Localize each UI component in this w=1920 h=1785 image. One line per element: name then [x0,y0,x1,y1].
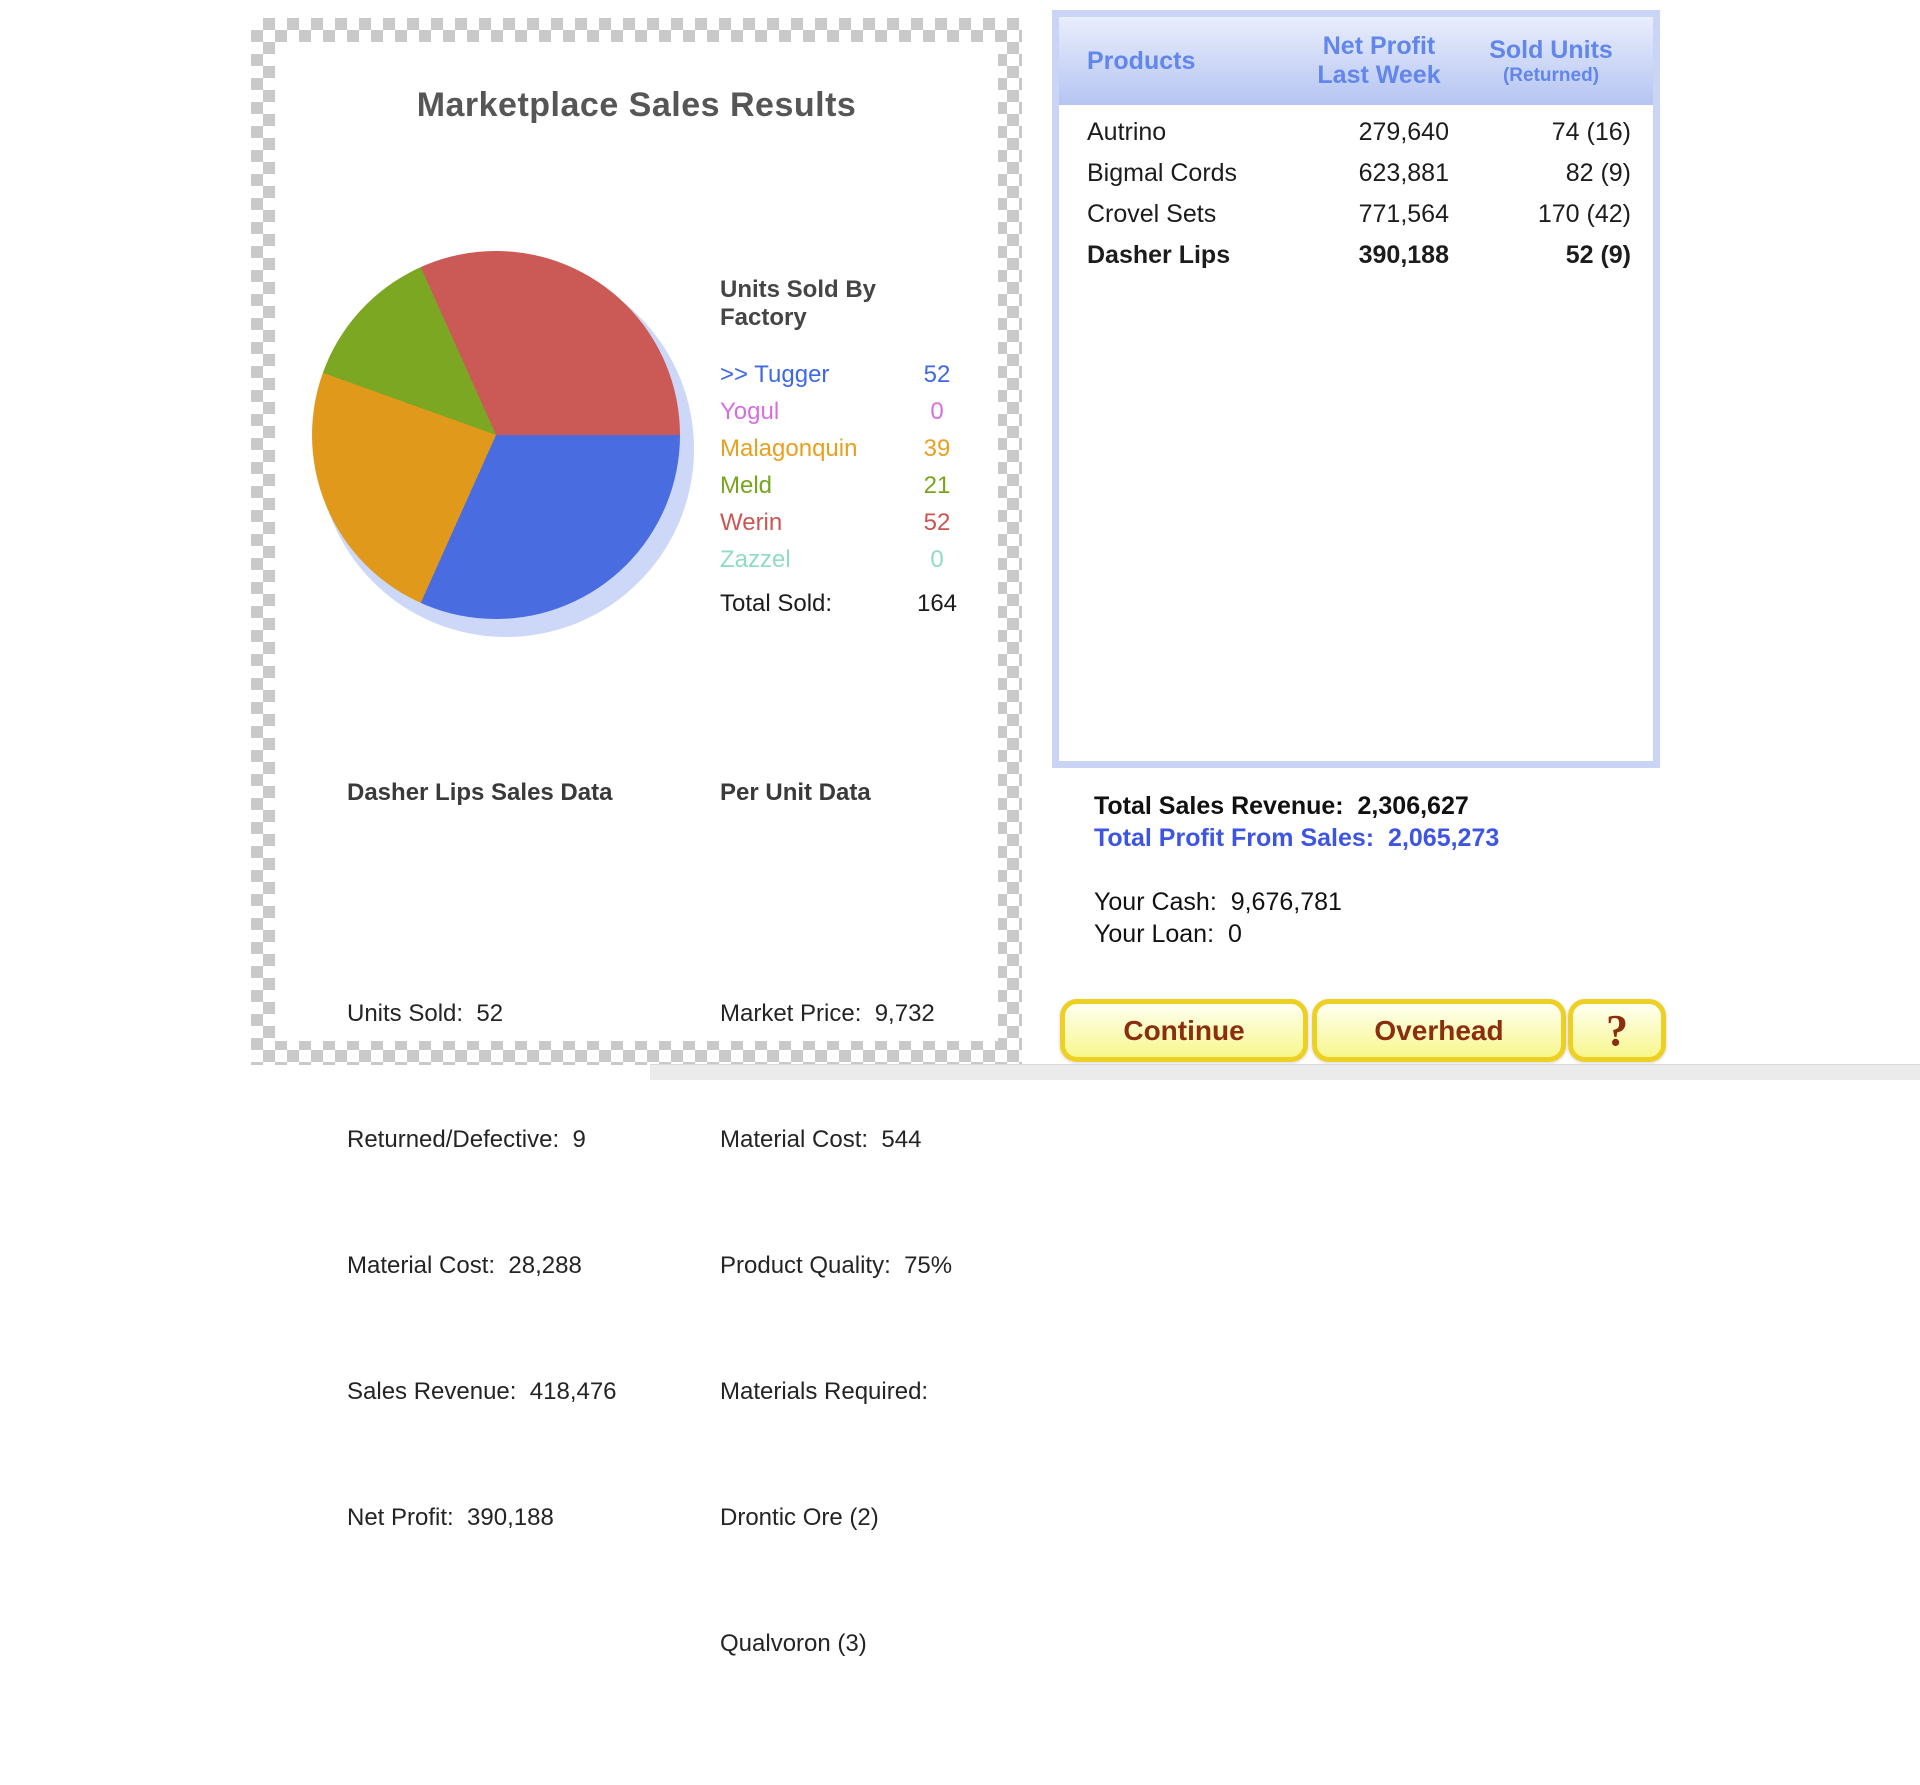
col-header-sold-units-line2: (Returned) [1449,65,1653,87]
cell-product: Bigmal Cords [1059,159,1309,188]
legend-entry-value: 0 [908,398,966,426]
cell-product: Dasher Lips [1059,241,1309,270]
sales-data-line: Units Sold: 52 [347,998,617,1030]
overhead-button[interactable]: Overhead [1312,999,1566,1062]
results-panel: Marketplace Sales Results Units Sold By … [275,42,998,1041]
cell-product: Autrino [1059,118,1309,147]
legend-entry-value: 0 [908,546,966,574]
col-header-net-profit-line2: Last Week [1309,61,1449,90]
your-cash: Your Cash: 9,676,781 [1094,888,1342,917]
legend-entry[interactable]: Yogul 0 [720,393,966,430]
cell-product: Crovel Sets [1059,200,1309,229]
units-sold-legend: Units Sold By Factory >> Tugger 52 Yogul… [720,276,966,622]
legend-entry-label: Malagonquin [720,435,857,463]
cell-sold-units: 82 (9) [1449,159,1653,188]
col-header-products: Products [1059,47,1309,76]
col-header-net-profit: Net Profit Last Week [1309,32,1449,90]
your-loan-label: Your Loan: [1094,920,1214,948]
cell-net-profit: 771,564 [1309,200,1449,229]
cell-net-profit: 623,881 [1309,159,1449,188]
legend-entry-label: Werin [720,509,782,537]
legend-entry[interactable]: >> Tugger 52 [720,356,966,393]
your-cash-value: 9,676,781 [1231,888,1342,916]
per-unit-line: Market Price: 9,732 [720,998,952,1030]
legend-header: Units Sold By Factory [720,276,966,332]
per-unit-line: Product Quality: 75% [720,1250,952,1282]
col-header-sold-units-line1: Sold Units [1449,36,1653,65]
per-unit-line: Qualvoron (3) [720,1628,952,1660]
total-sales-revenue-value: 2,306,627 [1358,792,1469,820]
total-profit-value: 2,065,273 [1388,824,1499,852]
cell-net-profit: 390,188 [1309,241,1449,270]
total-sales-revenue-label: Total Sales Revenue: [1094,792,1344,820]
legend-entry-label: Meld [720,472,772,500]
legend-entry-label: Yogul [720,398,779,426]
per-unit-header: Per Unit Data [720,777,952,809]
your-loan-value: 0 [1228,920,1242,948]
per-unit-line: Drontic Ore (2) [720,1502,952,1534]
per-unit-line: Material Cost: 544 [720,1124,952,1156]
legend-entry-label: Zazzel [720,546,791,574]
results-panel-frame: Marketplace Sales Results Units Sold By … [251,18,1022,1065]
your-cash-label: Your Cash: [1094,888,1217,916]
total-profit-label: Total Profit From Sales: [1094,824,1374,852]
sales-data-line: Sales Revenue: 418,476 [347,1376,617,1408]
table-row[interactable]: Crovel Sets 771,564 170 (42) [1059,194,1653,235]
legend-entry-value: 39 [908,435,966,463]
table-row[interactable]: Bigmal Cords 623,881 82 (9) [1059,153,1653,194]
cell-sold-units: 74 (16) [1449,118,1653,147]
bottom-gray-strip [650,1064,1920,1080]
legend-entry[interactable]: Malagonquin 39 [720,430,966,467]
total-sold-label: Total Sold: [720,590,832,618]
col-header-sold-units: Sold Units (Returned) [1449,36,1653,87]
legend-entry-label: >> Tugger [720,361,829,389]
your-loan: Your Loan: 0 [1094,920,1242,949]
col-header-net-profit-line1: Net Profit [1309,32,1449,61]
help-button[interactable]: ? [1568,999,1666,1062]
pie-chart [312,251,680,619]
sales-data-line: Net Profit: 390,188 [347,1502,617,1534]
cell-sold-units: 170 (42) [1449,200,1653,229]
per-unit-line: Materials Required: [720,1376,952,1408]
sales-data-block: Dasher Lips Sales Data Units Sold: 52 Re… [347,714,617,1659]
cell-net-profit: 279,640 [1309,118,1449,147]
cell-sold-units: 52 (9) [1449,241,1653,270]
sales-data-line: Returned/Defective: 9 [347,1124,617,1156]
products-table: Products Net Profit Last Week Sold Units… [1052,10,1660,768]
per-unit-data-block: Per Unit Data Market Price: 9,732 Materi… [720,714,952,1785]
total-sold-value: 164 [908,590,966,618]
legend-entry-value: 21 [908,472,966,500]
legend-entries: >> Tugger 52 Yogul 0 Malagonquin 39 [720,356,966,578]
products-table-rows: Autrino 279,640 74 (16) Bigmal Cords 623… [1059,105,1653,276]
total-sales-revenue: Total Sales Revenue: 2,306,627 [1094,792,1469,821]
legend-entry[interactable]: Meld 21 [720,467,966,504]
products-table-header: Products Net Profit Last Week Sold Units… [1059,17,1653,105]
legend-entry[interactable]: Werin 52 [720,504,966,541]
legend-entry-value: 52 [908,361,966,389]
table-row[interactable]: Dasher Lips 390,188 52 (9) [1059,235,1653,276]
table-row[interactable]: Autrino 279,640 74 (16) [1059,112,1653,153]
legend-entry[interactable]: Zazzel 0 [720,541,966,578]
sales-data-lines: Units Sold: 52 Returned/Defective: 9 Mat… [347,872,617,1597]
continue-button[interactable]: Continue [1060,999,1308,1062]
total-profit-from-sales: Total Profit From Sales: 2,065,273 [1094,824,1499,853]
legend-entry-value: 52 [908,509,966,537]
sales-data-header: Dasher Lips Sales Data [347,777,617,809]
sales-data-line: Material Cost: 28,288 [347,1250,617,1282]
per-unit-lines: Market Price: 9,732 Material Cost: 544 P… [720,872,952,1723]
page-title: Marketplace Sales Results [275,86,998,125]
total-sold-row: Total Sold: 164 [720,585,966,622]
